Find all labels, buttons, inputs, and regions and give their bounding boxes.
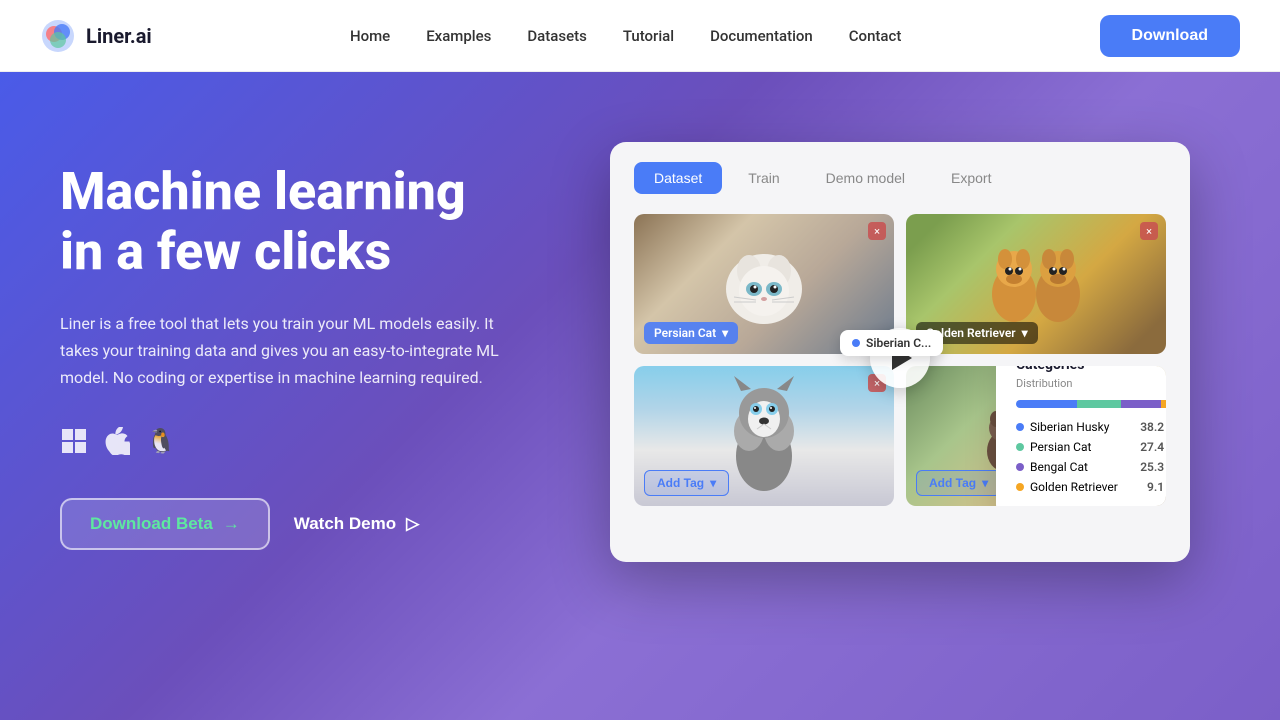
cat-row-golden: Golden Retriever 9.1 % <box>1016 480 1166 494</box>
add-tag-dropdown-icon: ▾ <box>710 476 716 490</box>
cat-row-persian: Persian Cat 27.4 % <box>1016 440 1166 454</box>
apple-icon <box>104 427 130 462</box>
persian-cat-label[interactable]: Persian Cat ▾ <box>644 322 738 344</box>
hero-left: Machine learningin a few clicks Liner is… <box>60 132 580 550</box>
hero-buttons: Download Beta → Watch Demo ▷ <box>60 498 580 550</box>
dist-seg-persian <box>1077 400 1121 408</box>
categories-title: Categories <box>1016 366 1166 373</box>
download-button[interactable]: Download <box>1100 15 1240 57</box>
cat-dot-bengal <box>1016 463 1024 471</box>
dist-seg-bengal <box>1121 400 1161 408</box>
hero-right: Dataset Train Demo model Export <box>580 132 1220 562</box>
arrow-right-icon: → <box>223 514 240 534</box>
nav-examples[interactable]: Examples <box>426 27 491 45</box>
watch-demo-button[interactable]: Watch Demo ▷ <box>294 514 419 534</box>
add-tag-husky-button[interactable]: Add Tag ▾ <box>644 470 729 496</box>
image-golden-retriever: × Golden Retriever ▾ <box>906 214 1166 354</box>
mockup-tabs: Dataset Train Demo model Export <box>634 162 1166 194</box>
navbar: Liner.ai Home Examples Datasets Tutorial… <box>0 0 1280 72</box>
svg-text:🐧: 🐧 <box>146 427 172 455</box>
categories-subtitle: Distribution <box>1016 377 1166 390</box>
siberian-cat-tooltip: Siberian C... <box>840 330 943 356</box>
logo-icon <box>40 18 76 54</box>
image-husky: × Prediction Husky Shiba <box>634 366 894 506</box>
hero-description: Liner is a free tool that lets you train… <box>60 310 510 392</box>
nav-contact[interactable]: Contact <box>849 27 902 45</box>
download-beta-button[interactable]: Download Beta → <box>60 498 270 550</box>
windows-icon <box>60 427 88 462</box>
cat-row-bengal: Bengal Cat 25.3 % <box>1016 460 1166 474</box>
nav-home[interactable]: Home <box>350 27 390 45</box>
tooltip-dot <box>852 339 860 347</box>
logo-text: Liner.ai <box>86 24 152 48</box>
linux-icon: 🐧 <box>146 427 172 462</box>
dist-seg-golden <box>1161 400 1166 408</box>
image-puppies: Add Tag ▾ Categories Distribution <box>906 366 1166 506</box>
categories-panel: Categories Distribution Siberian Husky <box>996 366 1166 506</box>
add-tag-2-dropdown-icon: ▾ <box>982 476 988 490</box>
play-icon: ▷ <box>406 514 419 534</box>
add-tag-puppies-button[interactable]: Add Tag ▾ <box>916 470 1001 496</box>
cat-dot-persian <box>1016 443 1024 451</box>
close-cat-button[interactable]: × <box>868 222 886 240</box>
nav-tutorial[interactable]: Tutorial <box>623 27 674 45</box>
tab-train[interactable]: Train <box>728 162 799 194</box>
dropdown-icon: ▾ <box>722 326 728 340</box>
dist-seg-husky <box>1016 400 1077 408</box>
nav-datasets[interactable]: Datasets <box>527 27 586 45</box>
hero-title: Machine learningin a few clicks <box>60 162 580 282</box>
app-mockup: Dataset Train Demo model Export <box>610 142 1190 562</box>
nav-links: Home Examples Datasets Tutorial Document… <box>350 26 901 45</box>
cat-row-husky: Siberian Husky 38.2 % <box>1016 420 1166 434</box>
logo[interactable]: Liner.ai <box>40 18 152 54</box>
hero-section: Machine learningin a few clicks Liner is… <box>0 72 1280 720</box>
os-icons: 🐧 <box>60 427 580 462</box>
nav-documentation[interactable]: Documentation <box>710 27 813 45</box>
tab-dataset[interactable]: Dataset <box>634 162 722 194</box>
tab-export[interactable]: Export <box>931 162 1011 194</box>
distribution-bar <box>1016 400 1166 408</box>
cat-dot-husky <box>1016 423 1024 431</box>
tab-demo-model[interactable]: Demo model <box>806 162 925 194</box>
dropdown-icon-2: ▾ <box>1022 326 1028 340</box>
close-dogs-button[interactable]: × <box>1140 222 1158 240</box>
cat-dot-golden <box>1016 483 1024 491</box>
